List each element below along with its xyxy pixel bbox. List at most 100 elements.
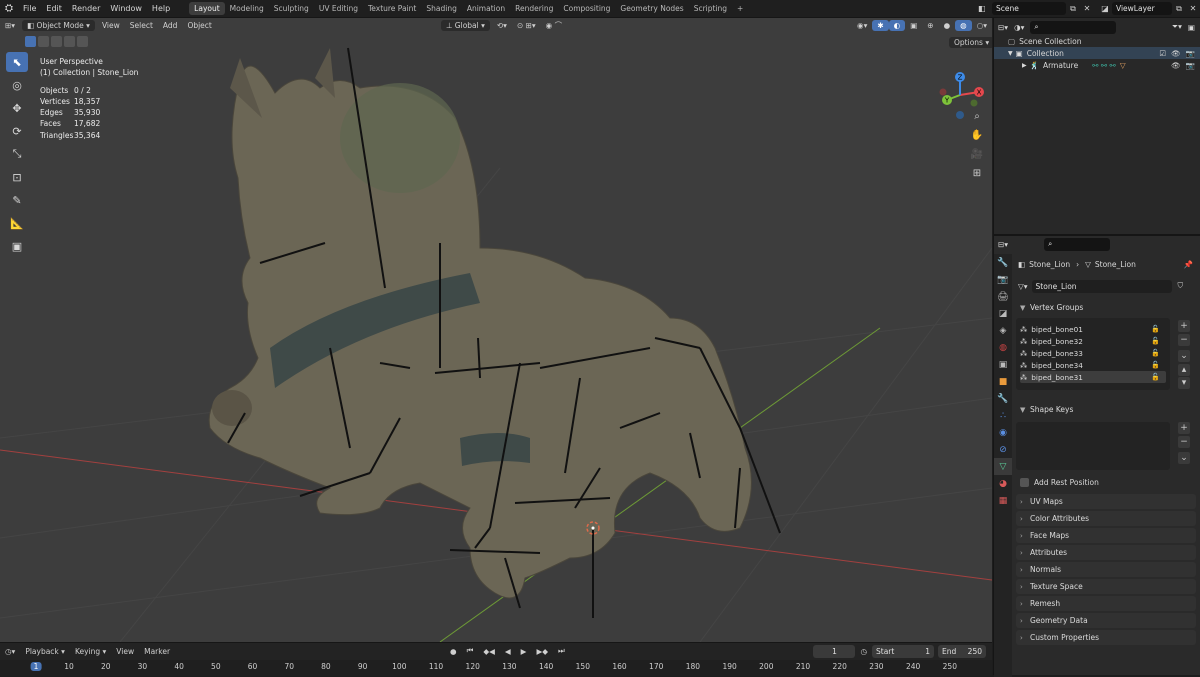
- 3d-viewport[interactable]: ⊞▾ ◧ Object Mode ▾ View Select Add Objec…: [0, 18, 992, 642]
- snap-icon[interactable]: ⊙ ⊞▾: [512, 20, 541, 31]
- camera-view-icon[interactable]: 🎥: [969, 146, 985, 162]
- shape-key-menu-button[interactable]: ⌄: [1178, 452, 1190, 464]
- add-shape-key-button[interactable]: +: [1178, 422, 1190, 434]
- add-vertex-group-button[interactable]: +: [1178, 320, 1190, 332]
- outliner-armature-row[interactable]: ▶ 🕺 Armature ⚯ ⚯ ⚯ ▽ 👁 📷: [994, 59, 1200, 71]
- shading-rendered-icon[interactable]: ○▾: [972, 20, 992, 31]
- world-tab-icon[interactable]: ◍: [994, 339, 1012, 356]
- particles-tab-icon[interactable]: ∴: [994, 407, 1012, 424]
- proportional-edit-icon[interactable]: ◉ ⌒: [541, 19, 567, 32]
- timeline-editor-type-icon[interactable]: ◷▾: [0, 646, 20, 657]
- tab-animation[interactable]: Animation: [462, 2, 510, 15]
- menu-timeline-view[interactable]: View: [111, 646, 139, 657]
- next-keyframe-icon[interactable]: ▶◆: [531, 646, 553, 657]
- outliner-search-input[interactable]: ⌕: [1030, 20, 1117, 34]
- select-new-icon[interactable]: [25, 36, 36, 47]
- mesh-data-icon[interactable]: ▽▾: [1018, 282, 1028, 291]
- gizmo-toggle-icon[interactable]: ✱: [872, 20, 889, 31]
- tab-compositing[interactable]: Compositing: [558, 2, 615, 15]
- vertex-group-menu-button[interactable]: ⌄: [1178, 350, 1190, 362]
- texture-space-panel[interactable]: › Texture Space: [1016, 579, 1196, 594]
- shape-keys-list[interactable]: [1016, 422, 1170, 470]
- list-item[interactable]: ⁂ biped_bone33 🔓: [1020, 347, 1166, 359]
- play-reverse-icon[interactable]: ◀: [500, 646, 516, 657]
- overlay-toggle-icon[interactable]: ◐: [888, 20, 906, 31]
- shading-material-icon[interactable]: ◍: [955, 20, 972, 31]
- lock-icon[interactable]: 🔓: [1151, 361, 1160, 369]
- constraints-tab-icon[interactable]: ⊘: [994, 441, 1012, 458]
- list-item[interactable]: ⁂ biped_bone34 🔓: [1020, 359, 1166, 371]
- data-tab-icon[interactable]: ▽: [994, 458, 1012, 475]
- current-frame-field[interactable]: 1: [813, 644, 856, 658]
- menu-object[interactable]: Object: [182, 20, 216, 31]
- custom-properties-panel[interactable]: › Custom Properties: [1016, 630, 1196, 645]
- object-tab-icon[interactable]: ■: [994, 373, 1012, 390]
- uv-maps-panel[interactable]: › UV Maps: [1016, 494, 1196, 509]
- record-icon[interactable]: ●: [445, 646, 462, 657]
- select-extend-icon[interactable]: [38, 36, 49, 47]
- tab-geometry-nodes[interactable]: Geometry Nodes: [615, 2, 688, 15]
- move-down-button[interactable]: ▾: [1178, 377, 1190, 389]
- outliner-scene-collection[interactable]: ▢ Scene Collection: [994, 35, 1200, 47]
- geometry-data-panel[interactable]: › Geometry Data: [1016, 613, 1196, 628]
- visibility-eye-icon[interactable]: 👁: [1171, 61, 1181, 70]
- measure-tool-icon[interactable]: 📐: [6, 213, 28, 233]
- move-up-button[interactable]: ▴: [1178, 364, 1190, 376]
- delete-scene-icon[interactable]: ✕: [1080, 4, 1094, 13]
- fake-user-shield-icon[interactable]: ⛉: [1178, 281, 1184, 291]
- tab-modeling[interactable]: Modeling: [225, 2, 269, 15]
- remove-vertex-group-button[interactable]: −: [1178, 334, 1190, 346]
- select-box-tool-icon[interactable]: ⬉: [6, 52, 28, 72]
- grid-perspective-icon[interactable]: ⊞: [969, 165, 985, 181]
- tab-layout[interactable]: Layout: [189, 2, 225, 15]
- preview-range-icon[interactable]: ◷: [855, 646, 872, 657]
- list-item[interactable]: ⁂ biped_bone01 🔓: [1020, 323, 1166, 335]
- visibility-icon[interactable]: ◉▾: [852, 20, 872, 31]
- properties-editor-icon[interactable]: ⊟▾: [998, 240, 1008, 249]
- editor-type-icon[interactable]: ⊞▾: [0, 20, 20, 31]
- shading-solid-icon[interactable]: ●: [939, 20, 956, 31]
- scene-field[interactable]: Scene: [992, 2, 1066, 15]
- end-frame-field[interactable]: End 250: [938, 644, 986, 658]
- add-workspace-button[interactable]: +: [732, 2, 748, 15]
- view-layer-icon[interactable]: ◪: [1098, 4, 1112, 13]
- render-camera-icon[interactable]: 📷: [1186, 49, 1195, 58]
- pin-icon[interactable]: 📌: [1184, 260, 1193, 269]
- menu-marker[interactable]: Marker: [139, 646, 175, 657]
- select-subtract-icon[interactable]: [51, 36, 62, 47]
- select-intersect-icon[interactable]: [77, 36, 88, 47]
- menu-view[interactable]: View: [97, 20, 125, 31]
- remesh-panel[interactable]: › Remesh: [1016, 596, 1196, 611]
- object-mode-dropdown[interactable]: ◧ Object Mode ▾: [22, 20, 95, 31]
- timeline-ruler[interactable]: 1 10 20 30 40 50 60 70 80 90 100 110 120 130 140 150 160…: [0, 660, 992, 676]
- modifier-tab-icon[interactable]: 🔧: [994, 390, 1012, 407]
- add-cube-tool-icon[interactable]: ▣: [6, 236, 28, 256]
- cursor-tool-icon[interactable]: ◎: [6, 75, 28, 95]
- pivot-point-icon[interactable]: ⟲▾: [492, 20, 512, 31]
- tab-shading[interactable]: Shading: [421, 2, 461, 15]
- remove-shape-key-button[interactable]: −: [1178, 436, 1190, 448]
- delete-view-layer-icon[interactable]: ✕: [1186, 4, 1200, 13]
- mesh-name-field[interactable]: Stone_Lion: [1031, 279, 1172, 293]
- pan-hand-icon[interactable]: ✋: [969, 127, 985, 143]
- new-collection-icon[interactable]: ▣: [1188, 23, 1195, 32]
- rotate-tool-icon[interactable]: ⟳: [6, 121, 28, 141]
- menu-keying[interactable]: Keying ▾: [70, 646, 111, 657]
- list-item[interactable]: ⁂ biped_bone32 🔓: [1020, 335, 1166, 347]
- zoom-icon[interactable]: ⌕: [969, 108, 985, 124]
- tab-rendering[interactable]: Rendering: [510, 2, 558, 15]
- texture-tab-icon[interactable]: ▦: [994, 492, 1012, 509]
- menu-help[interactable]: Help: [147, 4, 175, 13]
- properties-search-input[interactable]: ⌕: [1044, 237, 1111, 251]
- view-layer-field[interactable]: ViewLayer: [1112, 2, 1172, 15]
- lock-icon[interactable]: 🔓: [1151, 337, 1160, 345]
- select-difference-icon[interactable]: [64, 36, 75, 47]
- menu-playback[interactable]: Playback ▾: [20, 646, 70, 657]
- add-rest-position-checkbox[interactable]: [1020, 477, 1029, 487]
- start-frame-field[interactable]: Start 1: [872, 644, 934, 658]
- tab-sculpting[interactable]: Sculpting: [269, 2, 314, 15]
- menu-edit[interactable]: Edit: [41, 4, 67, 13]
- copy-view-layer-icon[interactable]: ⧉: [1172, 4, 1186, 14]
- play-icon[interactable]: ▶: [516, 646, 532, 657]
- transform-tool-icon[interactable]: ⊡: [6, 167, 28, 187]
